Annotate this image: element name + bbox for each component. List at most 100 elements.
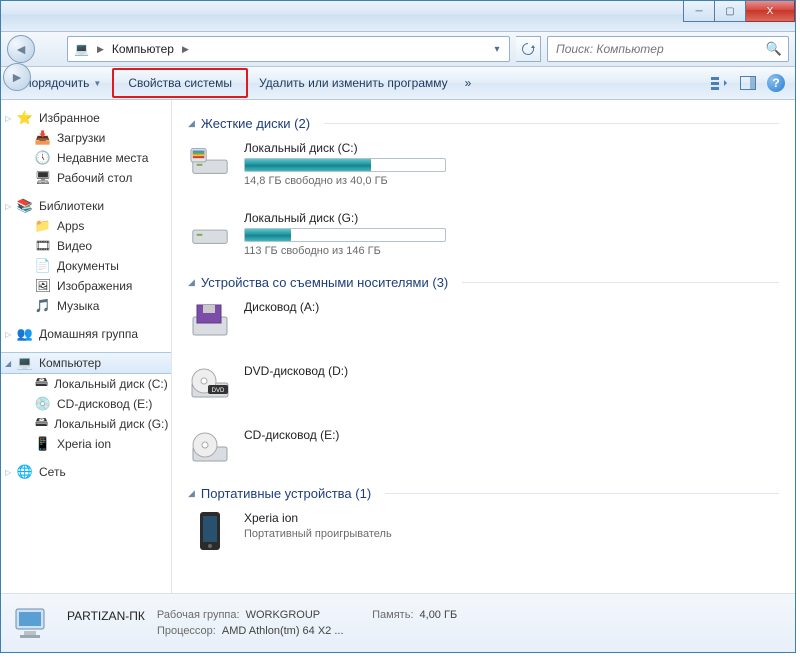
phone-icon: 📱 [35, 436, 51, 452]
minimize-button[interactable]: ─ [683, 1, 715, 22]
hdd-icon [188, 211, 232, 251]
chevron-right-icon[interactable]: ▶ [180, 44, 191, 55]
address-computer-icon[interactable]: 💻 [70, 39, 93, 59]
section-header-removable[interactable]: ◢ Устройства со съемными носителями (3) [188, 275, 779, 290]
section-title: Жесткие диски (2) [201, 116, 310, 131]
sidebar-item-label: Рабочий стол [57, 171, 132, 185]
cd-icon: 💿 [35, 396, 51, 412]
search-input[interactable] [554, 41, 762, 57]
drive-free-text: 14,8 ГБ свободно из 40,0 ГБ [244, 175, 478, 187]
command-bar: Упорядочить ▼ Свойства системы Удалить и… [1, 67, 795, 100]
close-button[interactable]: X [746, 1, 795, 22]
chevron-right-icon[interactable]: ▶ [95, 44, 106, 55]
sidebar-item-apps[interactable]: 📁Apps [1, 216, 171, 236]
view-options-button[interactable] [711, 74, 729, 92]
search-box[interactable]: 🔍 [547, 36, 789, 62]
sidebar-item-label: Xperia ion [57, 437, 111, 451]
address-bar[interactable]: 💻 ▶ Компьютер ▶ ▾ [67, 36, 510, 62]
sidebar-computer-header[interactable]: 💻 Компьютер [1, 352, 171, 374]
minimize-icon: ─ [695, 6, 702, 17]
drive-dvd-d[interactable]: DVD DVD-дисковод (D:) [188, 364, 478, 404]
network-icon: 🌐 [17, 464, 33, 480]
status-memory-label: Память: [372, 609, 413, 623]
drive-local-c[interactable]: Локальный диск (C:) 14,8 ГБ свободно из … [188, 141, 478, 187]
video-icon: 🎞 [35, 238, 51, 254]
section-header-hdd[interactable]: ◢ Жесткие диски (2) [188, 116, 779, 131]
search-icon: 🔍 [766, 41, 782, 57]
breadcrumb-computer[interactable]: Компьютер [108, 39, 178, 59]
phone-icon [188, 511, 232, 551]
computer-icon: 💻 [17, 355, 33, 371]
drive-name: CD-дисковод (E:) [244, 428, 478, 442]
preview-pane-button[interactable] [739, 74, 757, 92]
images-icon: 🖼 [35, 278, 51, 294]
drive-name: DVD-дисковод (D:) [244, 364, 478, 378]
system-properties-button[interactable]: Свойства системы [112, 68, 248, 98]
drive-cd-e[interactable]: CD-дисковод (E:) [188, 428, 478, 468]
sidebar-network-header[interactable]: 🌐 Сеть [1, 462, 171, 482]
collapse-icon: ◢ [188, 118, 195, 129]
section-title: Портативные устройства (1) [201, 486, 371, 501]
sidebar-item-local-disk-g[interactable]: 🖴Локальный диск (G:) [1, 414, 171, 434]
sidebar-item-cd-drive-e[interactable]: 💿 CD-дисковод (E:) [1, 394, 171, 414]
libraries-icon: 📚 [17, 198, 33, 214]
drive-floppy-a[interactable]: Дисковод (A:) [188, 300, 478, 340]
music-icon: 🎵 [35, 298, 51, 314]
sidebar-label: Домашняя группа [39, 327, 138, 341]
sidebar-item-label: Документы [57, 259, 119, 273]
refresh-button[interactable] [516, 36, 541, 62]
maximize-icon: ▢ [725, 6, 734, 17]
back-button[interactable]: ◄ [7, 35, 35, 63]
device-xperia[interactable]: Xperia ion Портативный проигрыватель [188, 511, 478, 551]
sidebar-item-recent[interactable]: 🕔Недавние места [1, 148, 171, 168]
sidebar-item-local-disk-c[interactable]: 🖴 Локальный диск (C:) [1, 374, 171, 394]
documents-icon: 📄 [35, 258, 51, 274]
close-icon: X [767, 6, 774, 17]
sidebar-item-downloads[interactable]: 📥Загрузки [1, 128, 171, 148]
collapse-icon: ◢ [188, 277, 195, 288]
section-title: Устройства со съемными носителями (3) [201, 275, 448, 290]
titlebar: ─ ▢ X [1, 1, 795, 32]
maximize-button[interactable]: ▢ [715, 1, 746, 22]
explorer-window: ─ ▢ X ◄ ► 💻 ▶ Компьютер ▶ ▾ 🔍 Упорядочит… [0, 0, 796, 653]
sidebar-item-label: Локальный диск (C:) [54, 377, 168, 391]
sidebar-item-documents[interactable]: 📄 Документы [1, 256, 171, 276]
capacity-bar [244, 228, 446, 242]
main-content: ◢ Жесткие диски (2) Локальный диск (C:) … [172, 100, 795, 593]
details-pane: PARTIZAN-ПК Рабочая группа: WORKGROUP Па… [1, 593, 795, 652]
sidebar-item-music[interactable]: 🎵Музыка [1, 296, 171, 316]
section-header-portable[interactable]: ◢ Портативные устройства (1) [188, 486, 779, 501]
sidebar-label: Сеть [39, 465, 66, 479]
hdd-icon: 🖴 [35, 376, 48, 392]
sidebar-item-xperia[interactable]: 📱 Xperia ion [1, 434, 171, 454]
capacity-bar [244, 158, 446, 172]
device-name: Xperia ion [244, 511, 478, 525]
system-properties-label: Свойства системы [128, 76, 232, 90]
hdd-icon [188, 141, 232, 181]
sidebar-item-label: CD-дисковод (E:) [57, 397, 152, 411]
sidebar-item-desktop[interactable]: 🖥Рабочий стол [1, 168, 171, 188]
sidebar-item-video[interactable]: 🎞Видео [1, 236, 171, 256]
navigation-pane: ⭐ Избранное 📥Загрузки 🕔Недавние места 🖥Р… [1, 100, 172, 593]
drive-name: Локальный диск (C:) [244, 141, 478, 155]
toolbar-overflow-button[interactable]: » [459, 76, 478, 90]
sidebar-favorites-header[interactable]: ⭐ Избранное [1, 108, 171, 128]
uninstall-label: Удалить или изменить программу [259, 76, 448, 90]
download-icon: 📥 [35, 130, 51, 146]
sidebar-item-label: Недавние места [57, 151, 148, 165]
star-icon: ⭐ [17, 110, 33, 126]
help-button[interactable]: ? [767, 74, 785, 92]
drive-name: Дисковод (A:) [244, 300, 478, 314]
computer-icon [11, 604, 53, 642]
address-dropdown-button[interactable]: ▾ [487, 39, 507, 59]
sidebar-libraries-header[interactable]: 📚 Библиотеки [1, 196, 171, 216]
uninstall-program-button[interactable]: Удалить или изменить программу [248, 68, 459, 98]
forward-button[interactable]: ► [3, 63, 31, 91]
drive-local-g[interactable]: Локальный диск (G:) 113 ГБ свободно из 1… [188, 211, 478, 257]
homegroup-icon: 👥 [17, 326, 33, 342]
sidebar-homegroup-header[interactable]: 👥 Домашняя группа [1, 324, 171, 344]
sidebar-item-images[interactable]: 🖼Изображения [1, 276, 171, 296]
sidebar-label: Избранное [39, 111, 100, 125]
collapse-icon: ◢ [188, 488, 195, 499]
drive-name: Локальный диск (G:) [244, 211, 478, 225]
